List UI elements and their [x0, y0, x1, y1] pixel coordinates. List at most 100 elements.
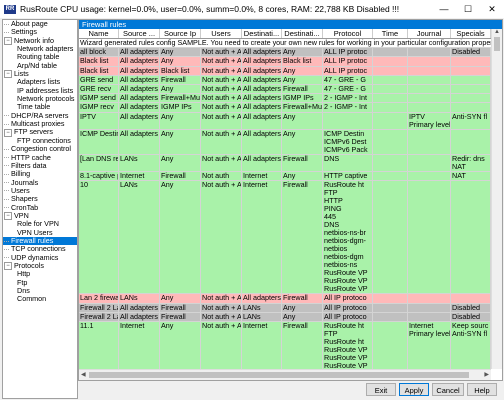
table-row[interactable]: Lan 2 firewall LANs Any Not auth + All All a… [79, 294, 491, 304]
tree-item[interactable]: Routing table [3, 53, 77, 61]
column-header[interactable]: Time [373, 29, 408, 38]
tree-item[interactable]: Firewall rules [3, 236, 77, 246]
table-cell: Firewall [160, 312, 201, 321]
tree-item[interactable]: Billing [3, 170, 77, 178]
tree-item-label: Routing table [17, 53, 60, 62]
scroll-left-icon[interactable]: ◀ [81, 371, 86, 378]
minimize-button[interactable]: — [432, 0, 456, 18]
table-cell: Not auth + All [202, 294, 242, 303]
tree-item[interactable]: TCP connections [3, 245, 77, 253]
collapse-toggle-icon[interactable]: − [4, 212, 12, 220]
tree-item[interactable]: Http [3, 270, 77, 278]
tree-node-icon [4, 157, 9, 159]
tree-item[interactable]: − VPN [3, 212, 77, 220]
table-row[interactable]: GRE recv All adapters Any Not auth + All All… [79, 84, 491, 95]
table-cell: All adapters [242, 129, 282, 154]
table-cell [373, 94, 408, 103]
collapse-toggle-icon[interactable]: − [4, 36, 12, 45]
apply-button[interactable]: Apply [399, 383, 429, 396]
tree-item[interactable]: IP addresses lists [3, 87, 77, 95]
tree-item[interactable]: Congestion control [3, 145, 77, 153]
table-row[interactable]: GRE send All adapters Firewall Not auth + A… [79, 75, 491, 85]
scroll-up-icon[interactable]: ▲ [494, 29, 500, 35]
table-row[interactable]: 10 LANs Any Not auth + All Internet Firewall R… [79, 181, 491, 295]
tree-item[interactable]: − Lists [3, 70, 77, 79]
vertical-scroll-thumb[interactable] [494, 37, 500, 51]
tree-node-icon [4, 148, 9, 150]
table-row[interactable]: IGMP send All adapters Firewall+Mult Not au… [79, 94, 491, 104]
table-cell: 10 [79, 181, 119, 294]
table-cell: Firewall [160, 303, 201, 312]
column-header[interactable]: Users [201, 29, 242, 38]
tree-item[interactable]: Settings [3, 28, 77, 36]
tree-item-label: Ftp [17, 278, 28, 287]
tree-item-label: Protocols [14, 261, 44, 270]
column-header[interactable]: Destinati... [242, 29, 282, 38]
tree-item[interactable]: Dns [3, 287, 77, 295]
table-row[interactable]: Black list All adapters Any Not auth + All A… [79, 57, 491, 67]
tree-item[interactable]: Network adapters [3, 45, 77, 53]
table-row[interactable]: IPTV All adapters Any Not auth + All All ada… [79, 112, 491, 130]
scroll-right-icon[interactable]: ▶ [484, 371, 489, 378]
table-cell: ICMP Destina [79, 129, 119, 154]
tree-item[interactable]: Ftp [3, 279, 77, 287]
table-row[interactable]: IGMP recv All adapters IGMP IPs Not auth + … [79, 103, 491, 113]
table-row[interactable]: all block All adapters Any Not auth + All Al… [79, 48, 491, 58]
tree-item[interactable]: Journals [3, 179, 77, 187]
maximize-button[interactable]: ☐ [456, 0, 480, 18]
table-cell: Anti-SYN fl [451, 112, 491, 129]
table-cell: LANs [119, 181, 160, 294]
tree-item[interactable]: Users [3, 187, 77, 195]
tree-item[interactable]: FTP connections [3, 137, 77, 145]
horizontal-scrollbar[interactable]: ◀ ▶ [79, 369, 491, 380]
tree-item[interactable]: − Protocols [3, 261, 77, 271]
column-header[interactable]: Source ... [119, 29, 160, 38]
close-button[interactable]: ✕ [480, 0, 504, 18]
table-cell [408, 312, 451, 321]
column-header[interactable]: Journal [408, 29, 451, 38]
column-header[interactable]: Protocol [323, 29, 373, 38]
table-row[interactable]: Firewall 2 Lar All adapters Firewall Not au… [79, 303, 491, 313]
collapse-toggle-icon[interactable]: − [4, 262, 12, 271]
column-header[interactable]: Source Ip [160, 29, 201, 38]
table-row[interactable]: [Lan DNS rec LANs Any Not auth + All All ada… [79, 154, 491, 173]
help-button[interactable]: Help [467, 383, 497, 396]
tree-item[interactable]: − FTP servers [3, 128, 77, 137]
table-row[interactable]: Firewall 2 Lar All adapters Firewall Not au… [79, 312, 491, 322]
tree-item[interactable]: Arp/Nd table [3, 62, 77, 70]
table-cell: IGMP send [79, 94, 119, 103]
tree-item[interactable]: Network protocols [3, 95, 77, 103]
cancel-button[interactable]: Cancel [432, 383, 464, 396]
navigation-tree[interactable]: About page Settings − Network info Network a… [2, 19, 78, 399]
table-row[interactable]: 8.1-captive p Internet Firewall Not auth Int… [79, 172, 491, 182]
table-row[interactable]: Wizard generated rules config SAMPLE. Yo… [79, 39, 491, 49]
table-cell: All adapters [119, 48, 160, 57]
tree-item[interactable]: Common [3, 295, 77, 303]
tree-item[interactable]: − Network info [3, 37, 77, 45]
table-cell: 8.1-captive p [80, 172, 119, 181]
table-cell: All adapters [119, 303, 160, 312]
column-header[interactable]: Name [79, 29, 119, 38]
collapse-toggle-icon[interactable]: − [4, 128, 12, 137]
tree-item[interactable]: Role for VPN [3, 220, 77, 228]
tree-item[interactable]: Filters data [3, 162, 77, 170]
tree-item[interactable]: VPN Users [3, 229, 77, 237]
exit-button[interactable]: Exit [366, 383, 396, 396]
horizontal-scroll-thumb[interactable] [89, 372, 469, 378]
tree-item[interactable]: Adapters lists [3, 78, 77, 86]
tree-item[interactable]: Multicast proxies [3, 120, 77, 128]
table-row[interactable]: ICMP DestinaAll adaptersAnyNot auth + Al… [79, 129, 491, 155]
table-cell: IGMP IPs [160, 103, 201, 112]
column-header[interactable]: Destinati... [282, 29, 323, 38]
tree-item[interactable]: Time table [3, 103, 77, 111]
column-header[interactable]: Specials [451, 29, 491, 38]
tree-item[interactable]: Shapers [3, 195, 77, 203]
tree-item[interactable]: DHCP/RA servers [3, 112, 77, 120]
table-row[interactable]: Black list All adapters Black list Not auth… [79, 66, 491, 76]
tree-item[interactable]: About page [3, 20, 77, 28]
collapse-toggle-icon[interactable]: − [4, 70, 12, 79]
tree-item[interactable]: UDP dynamics [3, 254, 77, 262]
vertical-scrollbar[interactable]: ▲ [491, 29, 502, 369]
tree-item[interactable]: HTTP cache [3, 154, 77, 162]
tree-item[interactable]: CronTab [3, 204, 77, 212]
